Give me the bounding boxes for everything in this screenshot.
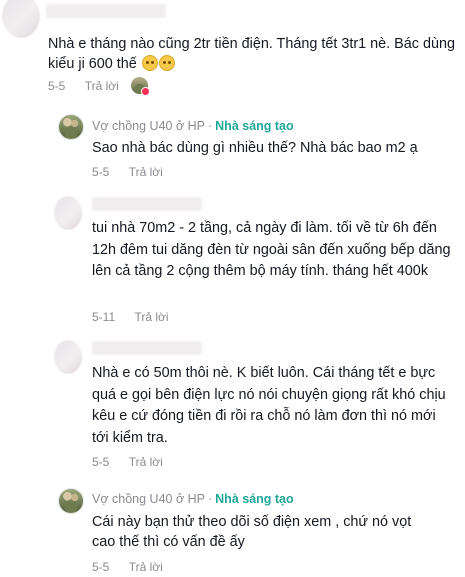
commenter-name-redacted: [46, 4, 166, 18]
reply-button[interactable]: Trả lời: [129, 165, 163, 179]
author-name[interactable]: Vợ chồng U40 ở HP: [92, 492, 205, 506]
reply-text: Nhà e có 50m thôi nè. K biết luôn. Cái t…: [92, 365, 446, 446]
separator-dot: ·: [207, 492, 213, 506]
creator-avatar[interactable]: [58, 488, 84, 514]
reply-text: tui nhà 70m2 - 2 tầng, cả ngày đi làm. t…: [92, 220, 451, 279]
reply-meta: 5-11 Trả lời: [92, 310, 169, 324]
comment-text: Nhà e tháng nào cũng 2tr tiền điện. Thán…: [48, 36, 455, 72]
reply-author-line: Vợ chồng U40 ở HP · Nhà sáng tạo: [92, 492, 294, 506]
reply-meta: 5-5 Trả lời: [92, 165, 163, 179]
comment-meta: 5-5 Trả lời: [48, 79, 119, 93]
author-name[interactable]: Vợ chồng U40 ở HP: [92, 119, 205, 133]
commenter-name-redacted: [92, 197, 202, 211]
commenter-avatar[interactable]: [54, 196, 82, 230]
creator-avatar[interactable]: [58, 114, 84, 140]
heart-icon: [141, 87, 150, 96]
reply-author-line: Vợ chồng U40 ở HP · Nhà sáng tạo: [92, 119, 294, 133]
creator-badge: Nhà sáng tạo: [215, 119, 294, 133]
reply-button[interactable]: Trả lời: [129, 560, 163, 574]
reply-date: 5-5: [92, 455, 110, 469]
reply-date: 5-11: [92, 310, 116, 324]
reply-button[interactable]: Trả lời: [129, 455, 163, 469]
reply-text: Sao nhà bác dùng gì nhiều thế? Nhà bác b…: [92, 140, 418, 156]
commenter-avatar[interactable]: [2, 0, 40, 38]
reply-date: 5-5: [92, 165, 110, 179]
reply-meta: 5-5 Trả lời: [92, 560, 163, 574]
reply-meta: 5-5 Trả lời: [92, 455, 163, 469]
comment-date: 5-5: [48, 79, 66, 93]
commenter-avatar[interactable]: [54, 340, 82, 374]
reply-text: Cái này bạn thử theo dõi số điện xem , c…: [92, 514, 412, 550]
pleading-face-emoji: [141, 55, 158, 71]
reply-button[interactable]: Trả lời: [85, 79, 119, 93]
reply-date: 5-5: [92, 560, 110, 574]
separator-dot: ·: [207, 119, 213, 133]
creator-badge: Nhà sáng tạo: [215, 492, 294, 506]
reply-button[interactable]: Trả lời: [134, 310, 168, 324]
pleading-face-emoji: [158, 55, 175, 71]
commenter-name-redacted: [92, 341, 202, 355]
